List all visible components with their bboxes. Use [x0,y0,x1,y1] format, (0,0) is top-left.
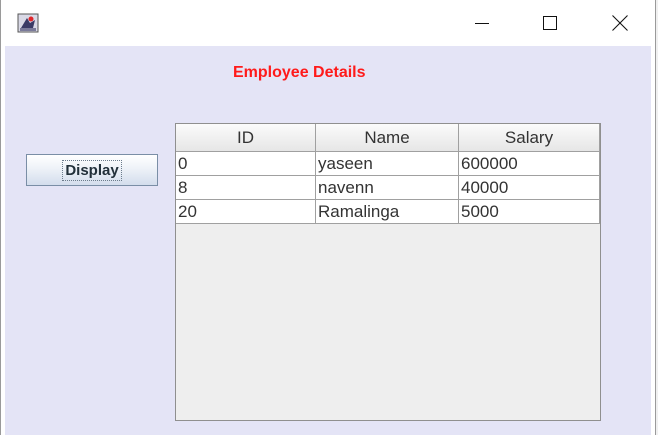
cell-salary[interactable]: 40000 [459,176,600,200]
column-header-id[interactable]: ID [176,124,316,152]
java-app-icon [17,13,39,33]
maximize-button[interactable] [515,0,585,46]
table-row[interactable]: 8 navenn 40000 [176,176,600,200]
close-icon [612,15,628,31]
cell-name[interactable]: navenn [316,176,459,200]
cell-id[interactable]: 8 [176,176,316,200]
display-button[interactable]: Display [26,154,158,186]
column-header-salary[interactable]: Salary [459,124,600,152]
minimize-button[interactable] [447,0,517,46]
content-panel: Employee Details Display ID Name Salary … [5,46,651,435]
cell-id[interactable]: 0 [176,152,316,176]
page-title: Employee Details [233,64,366,81]
minimize-icon [475,23,489,24]
display-button-label: Display [62,159,122,181]
app-window: Employee Details Display ID Name Salary … [0,0,656,435]
cell-id[interactable]: 20 [176,200,316,224]
employee-table[interactable]: ID Name Salary 0 yaseen 600000 8 navenn … [175,123,601,421]
close-button[interactable] [585,0,655,46]
cell-salary[interactable]: 5000 [459,200,600,224]
table-header: ID Name Salary [176,124,600,152]
cell-salary[interactable]: 600000 [459,152,600,176]
table-body: 0 yaseen 600000 8 navenn 40000 20 Ramali… [176,152,600,224]
cell-name[interactable]: yaseen [316,152,459,176]
table-row[interactable]: 20 Ramalinga 5000 [176,200,600,224]
maximize-icon [543,16,557,30]
table-row[interactable]: 0 yaseen 600000 [176,152,600,176]
cell-name[interactable]: Ramalinga [316,200,459,224]
column-header-name[interactable]: Name [316,124,459,152]
title-bar[interactable] [1,0,655,46]
